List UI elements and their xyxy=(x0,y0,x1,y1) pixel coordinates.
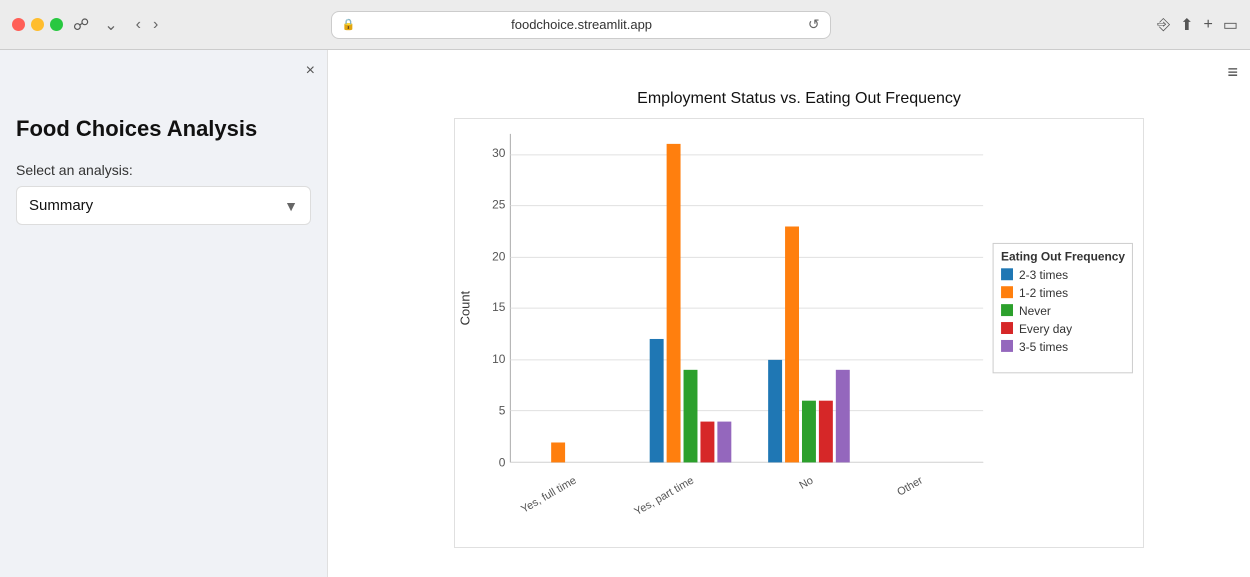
browser-chrome: ☍ ⌄ ‹ › 🔒 foodchoice.streamlit.app ↺ ⎆ ⬆… xyxy=(0,0,1250,50)
browser-forward-button[interactable]: › xyxy=(148,14,163,36)
sidebar-close-button[interactable]: × xyxy=(306,62,315,80)
sidebar-title: Food Choices Analysis xyxy=(16,116,311,142)
share-icon[interactable]: ⬆ xyxy=(1180,15,1193,35)
browser-back-button[interactable]: ‹ xyxy=(131,14,146,36)
analysis-select[interactable]: Summary ▼ xyxy=(16,186,311,225)
browser-right-icons: ⎆ ⬆ + ▭ xyxy=(1157,15,1238,35)
x-label-other: Other xyxy=(895,474,925,498)
address-bar[interactable]: 🔒 foodchoice.streamlit.app ↺ xyxy=(331,11,831,39)
bar-no-onetwo xyxy=(785,226,799,462)
app-content: × Food Choices Analysis Select an analys… xyxy=(0,50,1250,577)
y-tick-30: 30 xyxy=(492,146,506,160)
analysis-select-value: Summary xyxy=(29,197,93,214)
new-tab-icon[interactable]: + xyxy=(1204,16,1213,34)
x-label-no: No xyxy=(797,475,815,492)
y-tick-20: 20 xyxy=(492,249,506,263)
bar-parttime-onetwo xyxy=(667,144,681,463)
y-tick-25: 25 xyxy=(492,198,506,212)
legend-label-threefive: 3-5 times xyxy=(1019,340,1068,354)
bar-no-everyday xyxy=(819,401,833,463)
main-content: ≡ Employment Status vs. Eating Out Frequ… xyxy=(328,50,1250,577)
sidebar: × Food Choices Analysis Select an analys… xyxy=(0,50,328,577)
reload-icon[interactable]: ↺ xyxy=(808,16,820,33)
minimize-traffic-light[interactable] xyxy=(31,18,44,31)
legend-label-twothree: 2-3 times xyxy=(1019,268,1068,282)
legend-color-never xyxy=(1001,304,1013,316)
legend-color-everyday xyxy=(1001,322,1013,334)
tabs-icon[interactable]: ▭ xyxy=(1223,15,1238,35)
select-analysis-label: Select an analysis: xyxy=(16,162,311,178)
y-tick-15: 15 xyxy=(492,300,506,314)
x-label-parttime: Yes, part time xyxy=(632,475,696,519)
download-icon[interactable]: ⎆ xyxy=(1157,16,1170,34)
bar-parttime-everyday xyxy=(700,422,714,463)
sidebar-toggle-button[interactable]: ☍ xyxy=(71,13,91,37)
bar-parttime-twothree xyxy=(650,339,664,462)
maximize-traffic-light[interactable] xyxy=(50,18,63,31)
bar-fulltime-onetwo xyxy=(551,442,565,462)
legend-color-threefive xyxy=(1001,340,1013,352)
bar-no-never xyxy=(802,401,816,463)
y-tick-10: 10 xyxy=(492,352,506,366)
y-tick-0: 0 xyxy=(499,455,506,469)
legend-label-onetwo: 1-2 times xyxy=(1019,286,1068,300)
x-label-fulltime: Yes, full time xyxy=(519,475,578,516)
legend-label-never: Never xyxy=(1019,304,1051,318)
legend-title: Eating Out Frequency xyxy=(1001,249,1125,263)
y-tick-5: 5 xyxy=(499,404,506,418)
bar-parttime-threefive xyxy=(717,422,731,463)
legend-color-twothree xyxy=(1001,268,1013,280)
bar-no-twothree xyxy=(768,360,782,463)
lock-icon: 🔒 xyxy=(342,18,356,31)
browser-chevron-down-button[interactable]: ⌄ xyxy=(99,13,122,37)
chevron-down-icon: ▼ xyxy=(284,198,298,214)
chart-title: Employment Status vs. Eating Out Frequen… xyxy=(368,90,1230,108)
bar-no-threefive xyxy=(836,370,850,463)
legend-color-onetwo xyxy=(1001,286,1013,298)
legend-label-everyday: Every day xyxy=(1019,322,1072,336)
y-axis-label: Count xyxy=(458,290,473,325)
traffic-lights xyxy=(12,18,63,31)
close-traffic-light[interactable] xyxy=(12,18,25,31)
bar-parttime-never xyxy=(684,370,698,463)
chart-svg: 0 5 10 15 20 25 30 xyxy=(455,119,1143,547)
chart-container: Employment Status vs. Eating Out Frequen… xyxy=(348,80,1240,558)
chart-wrapper: 0 5 10 15 20 25 30 xyxy=(454,118,1144,548)
hamburger-icon[interactable]: ≡ xyxy=(1227,62,1238,83)
url-text: foodchoice.streamlit.app xyxy=(361,17,802,32)
